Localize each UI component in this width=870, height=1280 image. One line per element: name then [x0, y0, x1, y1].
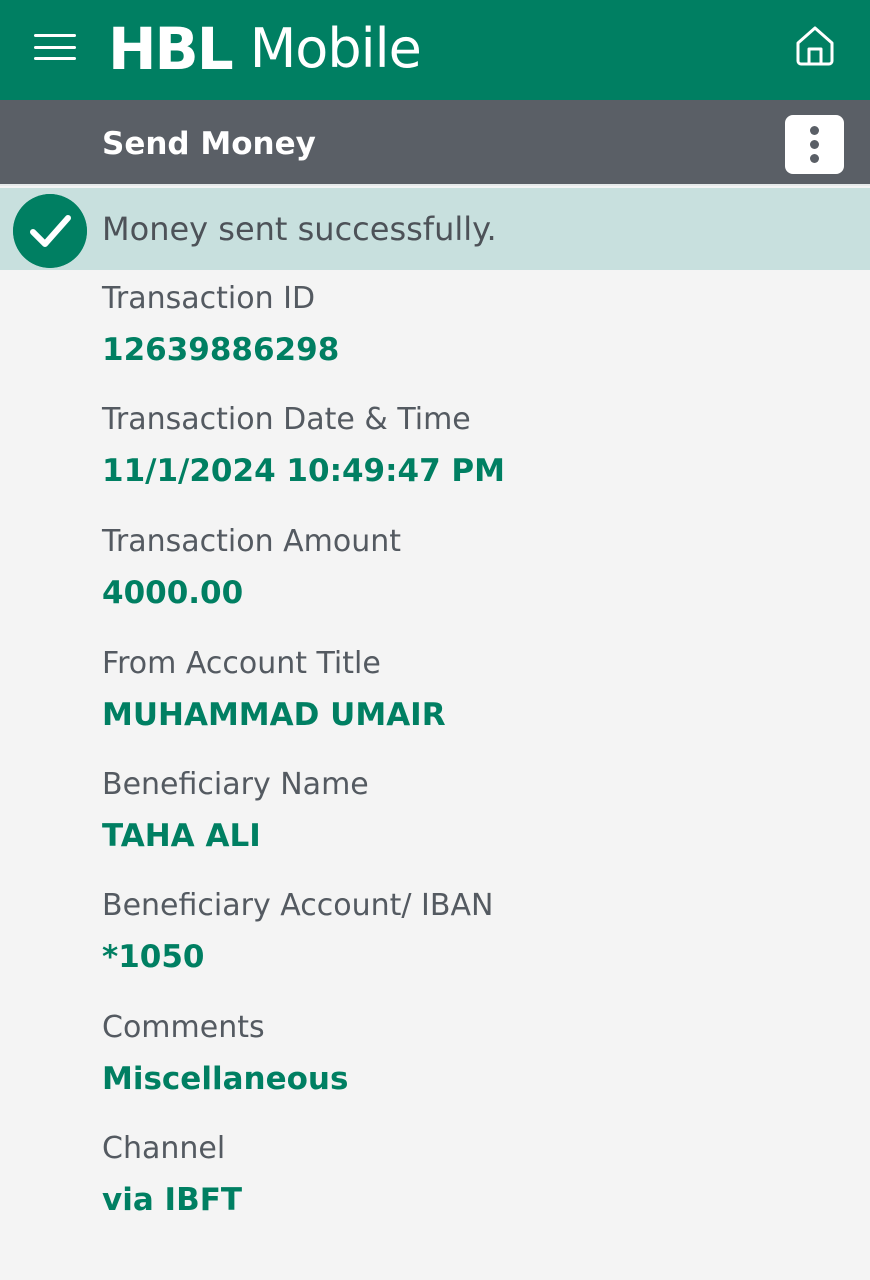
detail-transaction-date-time: Transaction Date & Time 11/1/2024 10:49:… — [102, 401, 505, 491]
checkmark-icon — [13, 194, 87, 268]
detail-value: Miscellaneous — [102, 1061, 349, 1097]
detail-label: From Account Title — [102, 646, 381, 681]
success-banner: Money sent successfully. — [0, 188, 870, 270]
detail-channel: Channel via IBFT — [102, 1130, 242, 1220]
detail-value: MUHAMMAD UMAIR — [102, 697, 446, 733]
detail-beneficiary-name: Beneficiary Name TAHA ALI — [102, 766, 369, 856]
detail-label: Channel — [102, 1131, 226, 1166]
menu-icon-line — [34, 45, 76, 49]
detail-comments: Comments Miscellaneous — [102, 1009, 348, 1099]
page-header: Send Money — [0, 100, 870, 186]
detail-beneficiary-account: Beneficiary Account/ IBAN *1050 — [102, 887, 493, 977]
brand-mark: HBL — [108, 15, 234, 83]
detail-label: Transaction Date & Time — [102, 402, 471, 437]
detail-value: TAHA ALI — [102, 818, 261, 854]
detail-transaction-id: Transaction ID 12639886298 — [102, 280, 339, 370]
detail-value: 4000.00 — [102, 575, 244, 611]
more-vertical-icon — [810, 154, 819, 163]
detail-label: Transaction Amount — [102, 524, 402, 559]
app-logo: HBL Mobile — [108, 14, 422, 84]
detail-transaction-amount: Transaction Amount 4000.00 — [102, 523, 401, 613]
detail-label: Beneficiary Name — [102, 767, 369, 802]
detail-value: via IBFT — [102, 1182, 243, 1218]
detail-label: Beneficiary Account/ IBAN — [102, 888, 494, 923]
detail-value: 11/1/2024 10:49:47 PM — [102, 453, 505, 489]
detail-label: Comments — [102, 1010, 265, 1045]
detail-value: *1050 — [102, 939, 205, 975]
detail-label: Transaction ID — [102, 281, 316, 316]
menu-icon-line — [34, 34, 76, 37]
detail-from-account-title: From Account Title MUHAMMAD UMAIR — [102, 645, 446, 735]
menu-icon[interactable] — [34, 32, 76, 62]
more-vertical-icon — [810, 126, 819, 135]
home-icon[interactable] — [793, 23, 837, 67]
detail-value: 12639886298 — [102, 332, 340, 368]
page-title: Send Money — [102, 126, 316, 162]
brand-name: Mobile — [249, 17, 422, 80]
more-options-button[interactable] — [785, 115, 844, 174]
app-header: HBL Mobile — [0, 0, 870, 100]
success-message: Money sent successfully. — [102, 210, 497, 248]
more-vertical-icon — [810, 140, 819, 149]
menu-icon-line — [34, 57, 76, 60]
